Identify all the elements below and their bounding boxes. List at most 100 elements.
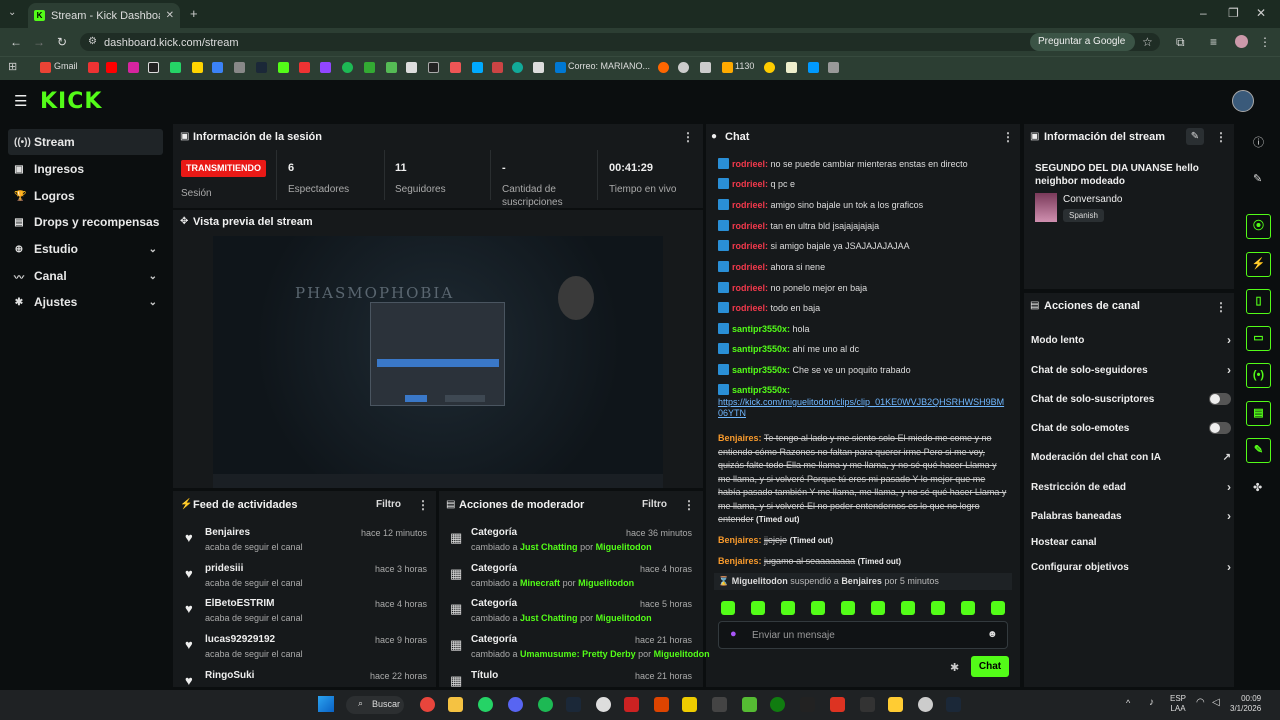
channel-actions-menu-icon[interactable]: ⋮ [1215,300,1227,314]
app-icon[interactable] [946,697,961,712]
channel-action-item[interactable]: Restricción de edad › [1031,477,1231,497]
x-icon[interactable] [148,62,159,73]
sidebar-item-canal[interactable]: 〰 Canal ⌄ [8,263,163,289]
bookmark-icon[interactable] [406,62,417,73]
app-icon[interactable] [888,697,903,712]
app-icon[interactable] [654,697,669,712]
session-menu-icon[interactable]: ⋮ [682,130,694,144]
sidebar-item-estudio[interactable]: ⊕ Estudio ⌄ [8,236,163,262]
chat-username[interactable]: santipr3550x: [732,324,790,334]
bookmark-icon[interactable] [492,62,503,73]
app-icon[interactable] [800,697,815,712]
channel-action-item[interactable]: Modo lento › [1031,330,1231,350]
bookmark-icon[interactable] [428,62,439,73]
site-info-icon[interactable]: ⚙ [88,36,97,47]
bookmark-star-icon[interactable]: ☆ [1142,35,1153,49]
chat-clip-link[interactable]: https://kick.com/miguelitodon/clips/clip… [718,397,1008,419]
language-indicator[interactable]: ESP LAA [1170,694,1186,714]
youtube-icon[interactable] [106,62,117,73]
taskbar-search[interactable]: Buscar [346,696,404,714]
channel-action-item[interactable]: Chat de solo-emotes [1031,418,1231,438]
bookmark-icon[interactable] [299,62,310,73]
mod-action-item[interactable]: ▦ Título hace 21 horas [446,670,698,687]
gmail-icon[interactable] [40,62,51,73]
bookmark-icon[interactable] [472,62,483,73]
mod-action-item[interactable]: ▦ Categoría cambiado a Umamusume: Pretty… [446,634,710,670]
chat-username[interactable]: rodrieel: [732,200,768,210]
chrome-icon[interactable] [420,697,435,712]
kick-icon[interactable] [278,62,289,73]
tray-chevron-icon[interactable]: ^ [1126,698,1130,708]
close-tab-icon[interactable]: ✕ [166,10,174,21]
forward-icon[interactable]: → [33,35,45,49]
chat-username[interactable]: santipr3550x: [732,344,790,354]
bookmark-1130[interactable]: 1130 [735,61,754,71]
sidebar-item-ingresos[interactable]: ▣ Ingresos [8,156,163,182]
media-icon[interactable]: ≡ [1210,35,1217,49]
activity-username[interactable]: pridesiii [205,563,243,574]
new-tab-icon[interactable]: + [190,6,198,21]
app-icon[interactable] [624,697,639,712]
profile-avatar[interactable] [1235,35,1248,48]
address-bar[interactable] [80,33,1160,51]
rail-button-5[interactable]: (•) [1246,363,1271,388]
sidebar-item-ajustes[interactable]: ✱ Ajustes ⌄ [8,289,163,315]
reload-icon[interactable]: ↻ [57,35,67,49]
windows-start-icon[interactable] [318,696,334,712]
bookmark-icon[interactable] [678,62,689,73]
clock[interactable]: 00:09 3/1/2026 [1230,694,1261,714]
chat-username[interactable]: rodrieel: [732,283,768,293]
emote-icon[interactable] [841,601,855,615]
file-explorer-icon[interactable] [448,697,463,712]
emote-icon[interactable] [961,601,975,615]
send-chat-button[interactable]: Chat [971,656,1009,677]
channel-action-item[interactable]: Chat de solo-suscriptores [1031,389,1231,409]
bookmark-icon[interactable] [450,62,461,73]
emote-icon[interactable] [901,601,915,615]
rail-button-6[interactable]: ▤ [1246,401,1271,426]
emoji-icon[interactable]: ☻ [987,629,998,640]
mod-action-item[interactable]: ▦ Categoría cambiado a Just Chatting por… [446,527,698,563]
mod-action-item[interactable]: ▦ Categoría cambiado a Just Chatting por… [446,598,698,634]
channel-action-item[interactable]: Chat de solo-seguidores › [1031,360,1231,380]
rail-button-4[interactable]: ▭ [1246,326,1271,351]
activity-item[interactable]: ♥ Benjaires acaba de seguir el canal hac… [180,527,435,563]
activity-username[interactable]: lucas92929192 [205,634,275,645]
mic-tray-icon[interactable]: ♪ [1149,697,1154,708]
toggle-switch[interactable] [1209,422,1231,434]
app-icon[interactable] [712,697,727,712]
activity-menu-icon[interactable]: ⋮ [417,498,429,512]
bookmark-icon[interactable] [808,62,819,73]
pencil-icon[interactable]: ✎ [1253,172,1262,185]
sidebar-item-stream[interactable]: ((•)) Stream [8,129,163,155]
activity-username[interactable]: Benjaires [205,527,250,538]
info-circle-icon[interactable]: ⓘ [1253,134,1264,150]
activity-item[interactable]: ♥ lucas92929192 acaba de seguir el canal… [180,634,435,670]
emote-icon[interactable] [871,601,885,615]
stream-video[interactable]: PHASMOPHOBIA [213,236,663,488]
chat-username[interactable]: Benjaires: [718,556,762,566]
instagram-icon[interactable] [128,62,139,73]
app-icon[interactable] [918,697,933,712]
bookmark-icon[interactable] [764,62,775,73]
apps-icon[interactable]: ⊞ [8,60,17,73]
chat-menu-icon[interactable]: ⋮ [1002,130,1014,144]
bookmark-icon[interactable] [828,62,839,73]
wifi-icon[interactable]: ◠ [1196,697,1205,708]
spotify-icon[interactable] [342,62,353,73]
app-icon[interactable] [860,697,875,712]
bookmark-icon[interactable] [212,62,223,73]
stream-info-menu-icon[interactable]: ⋮ [1215,130,1227,144]
bookmark-icon[interactable] [386,62,397,73]
chat-username[interactable]: rodrieel: [732,221,768,231]
sidebar-item-logros[interactable]: 🏆 Logros [8,183,163,209]
minecraft-icon[interactable] [742,697,757,712]
chat-username[interactable]: rodrieel: [732,262,768,272]
restore-icon[interactable]: ❐ [1228,6,1239,20]
activity-filter-button[interactable]: Filtro [376,499,401,510]
bookmark-icon[interactable] [658,62,669,73]
puzzle-icon[interactable]: ✤ [1253,481,1262,494]
rail-button-3[interactable]: ▯ [1246,289,1271,314]
channel-action-item[interactable]: Palabras baneadas › [1031,506,1231,526]
activity-username[interactable]: RingoSuki [205,670,254,681]
